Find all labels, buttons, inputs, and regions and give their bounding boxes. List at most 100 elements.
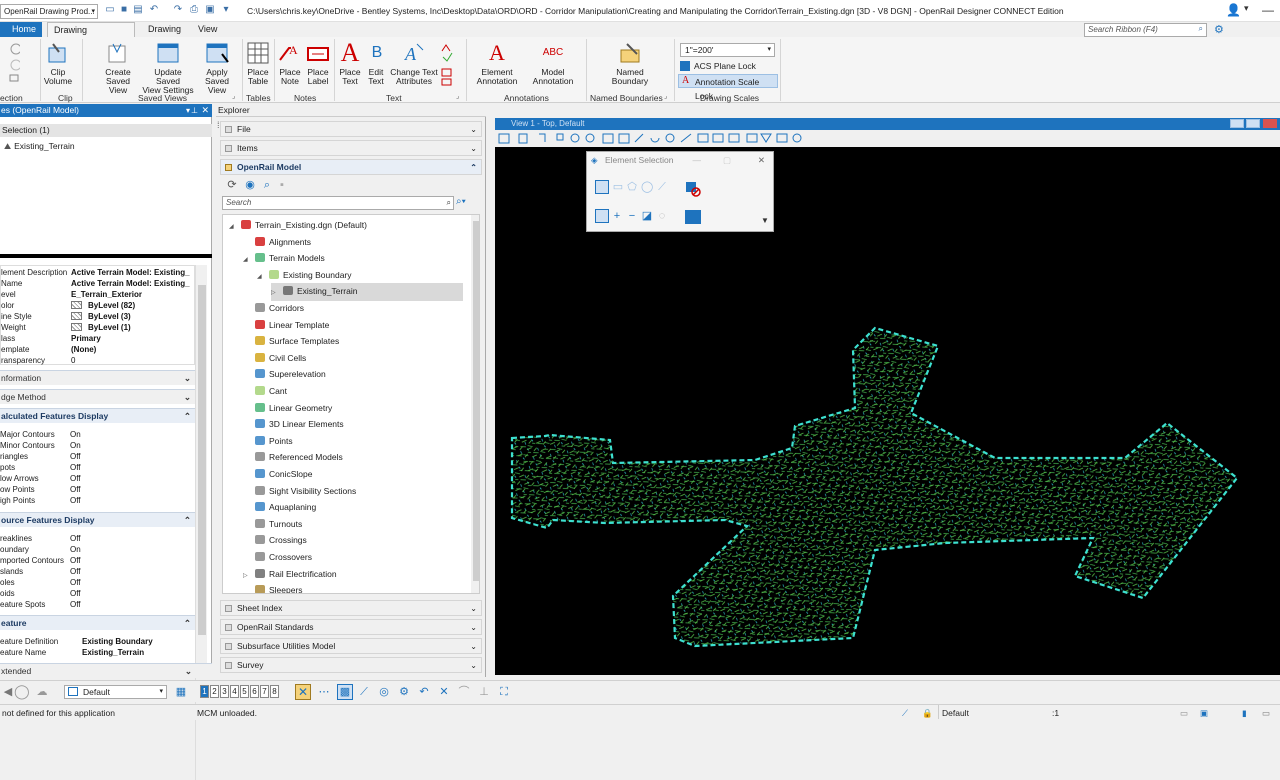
explorer-search-input[interactable]: Search ⌕ [222,196,454,210]
maximize-icon[interactable]: ▢ [723,152,731,168]
dialog-launcher-icon[interactable]: ⌟ [664,92,667,100]
view-1-button[interactable]: 1 [200,685,209,698]
tree-item[interactable]: ▷ Existing_Terrain [271,283,463,302]
explorer-bar-file[interactable]: File ⌄ [220,121,482,137]
property-row[interactable]: oles Off [0,577,190,588]
settings-icon[interactable]: ⚙ [398,686,410,698]
tab-drawing-production[interactable]: Drawing Production [47,22,135,50]
explorer-bar-survey[interactable]: Survey ⌄ [220,657,482,673]
shape-method-icon[interactable]: ⬠ [626,181,638,193]
tree-item[interactable]: Turnouts [243,516,302,532]
new-mode-icon[interactable] [595,209,609,223]
block-method-icon[interactable]: ▭ [612,181,624,193]
tree-item[interactable]: Superelevation [243,366,326,382]
section-edge-method[interactable]: dge Method ⌄ [0,389,195,404]
acs-plane-lock-toggle[interactable]: ACS Plane Lock [678,59,778,73]
intersection-icon[interactable]: ✕ [438,686,450,698]
explorer-bar-sheet-index[interactable]: Sheet Index ⌄ [220,600,482,616]
property-row[interactable]: Minor Contours On [0,440,190,451]
zoom-icon[interactable]: ⌕ [261,179,273,191]
print-icon[interactable]: ▤ [132,4,144,16]
status-icon-d[interactable]: ▭ [1262,705,1270,721]
view-8-button[interactable]: 8 [270,685,279,698]
search-options-icon[interactable]: ⌕▾ [456,196,466,207]
tree-item[interactable]: Aquaplaning [243,499,316,515]
view-6-button[interactable]: 6 [250,685,259,698]
view-5-button[interactable]: 5 [240,685,249,698]
line-method-icon[interactable]: ⟋ [656,181,668,193]
section-feature[interactable]: eature ⌃ [0,615,195,630]
tree-item[interactable]: Linear Geometry [243,400,332,416]
property-row[interactable]: low Arrows Off [0,473,190,484]
property-row[interactable]: ow Points Off [0,484,190,495]
tree-scrollbar[interactable] [471,215,479,593]
property-row[interactable]: reaklines Off [0,533,190,544]
tree-item[interactable]: ▷ Rail Electrification [243,566,337,584]
circle-method-icon[interactable]: ◯ [641,181,653,193]
clear-selection-icon[interactable] [685,181,701,197]
maximize-view-icon[interactable] [1246,119,1260,128]
subtract-mode-icon[interactable]: − [626,210,638,222]
explorer-bar-subsurface[interactable]: Subsurface Utilities Model ⌄ [220,638,482,654]
customize-icon[interactable]: ▾ [220,4,232,16]
tree-item[interactable]: Crossings [243,532,307,548]
tree-item[interactable]: Corridors [243,300,304,316]
cloud-icon[interactable]: ☁ [36,686,48,698]
expand-toggle-icon[interactable]: ▷ [271,285,283,301]
section-calculated-features[interactable]: alculated Features Display ⌃ [0,408,195,423]
tree-item[interactable]: Surface Templates [243,333,339,349]
forward-icon[interactable]: ◯ [14,684,30,698]
tree-item[interactable]: Referenced Models [243,449,343,465]
accudraw-icon[interactable]: ✕ [295,684,311,700]
annotation-scale-lock-toggle[interactable]: A Annotation Scale Lock [678,74,778,101]
tree-item[interactable]: Civil Cells [243,350,306,366]
workspace-dropdown[interactable]: OpenRail Drawing Prod... ▾ [0,4,98,19]
property-row[interactable]: Name Active Terrain Model: Existing_ [1,278,191,289]
tree-item[interactable]: 3D Linear Elements [243,416,344,432]
plot-icon[interactable]: ⎙ [188,4,200,16]
property-row[interactable]: pots Off [0,462,190,473]
status-icon-a[interactable]: ▭ [1180,705,1188,721]
property-row[interactable]: igh Points Off [0,495,190,506]
tree-item[interactable]: Cant [243,383,287,399]
expand-toggle-icon[interactable]: ◢ [243,252,255,268]
element-annotation-button[interactable]: A Element Annotation [470,40,524,86]
property-row[interactable]: Weight ByLevel (1) [1,322,191,333]
expand-toggle-icon[interactable]: ◢ [257,269,269,285]
view-7-button[interactable]: 7 [260,685,269,698]
tree-item[interactable]: ◢ Existing Boundary [257,267,352,285]
close-view-icon[interactable] [1263,119,1277,128]
property-row[interactable]: Major Contours On [0,429,190,440]
minimize-icon[interactable]: — [1262,3,1274,17]
level-dropdown[interactable]: Default ▾ [64,685,167,699]
place-label-button[interactable]: Place Label [304,40,332,86]
create-saved-view-button[interactable]: Create Saved View [96,40,140,95]
clip-volume-button[interactable]: Clip Volume [42,40,74,86]
add-mode-icon[interactable]: + [611,210,623,222]
tree-item[interactable]: Points [243,433,293,449]
undo-icon[interactable]: ↶ [148,4,160,16]
tree-item[interactable]: ConicSlope [243,466,312,482]
invert-mode-icon[interactable]: ◪ [641,210,653,222]
property-row[interactable]: emplate (None) [1,344,191,355]
property-row[interactable]: evel E_Terrain_Exterior [1,289,191,300]
property-row[interactable]: riangles Off [0,451,190,462]
named-boundary-button[interactable]: Named Boundary [600,40,660,86]
edit-text-button[interactable]: B Edit Text [364,40,388,86]
property-row[interactable]: lement Description Active Terrain Model: … [1,267,191,278]
minimize-view-icon[interactable] [1230,119,1244,128]
property-row[interactable]: eature Spots Off [0,599,190,610]
expand-toggle-icon[interactable]: ◢ [229,219,241,235]
pin-icon[interactable]: ▾ [186,104,190,117]
tree-item[interactable]: ◢ Terrain Models [243,250,325,268]
arc-icon[interactable]: ↶ [418,686,430,698]
snap-icon[interactable]: ⋯ [318,686,330,698]
splitter[interactable] [0,254,212,258]
status-icon-c[interactable]: ▮ [1242,705,1247,721]
property-row[interactable]: mported Contours Off [0,555,190,566]
property-row[interactable]: ransparency 0 [1,355,191,366]
tree-item[interactable]: Crossovers [243,549,312,565]
element-selection-titlebar[interactable]: ◈ Element Selection — ▢ ✕ [587,152,773,168]
selected-item[interactable]: ⛰ Existing_Terrain [4,141,75,152]
section-information[interactable]: nformation ⌄ [0,370,195,385]
